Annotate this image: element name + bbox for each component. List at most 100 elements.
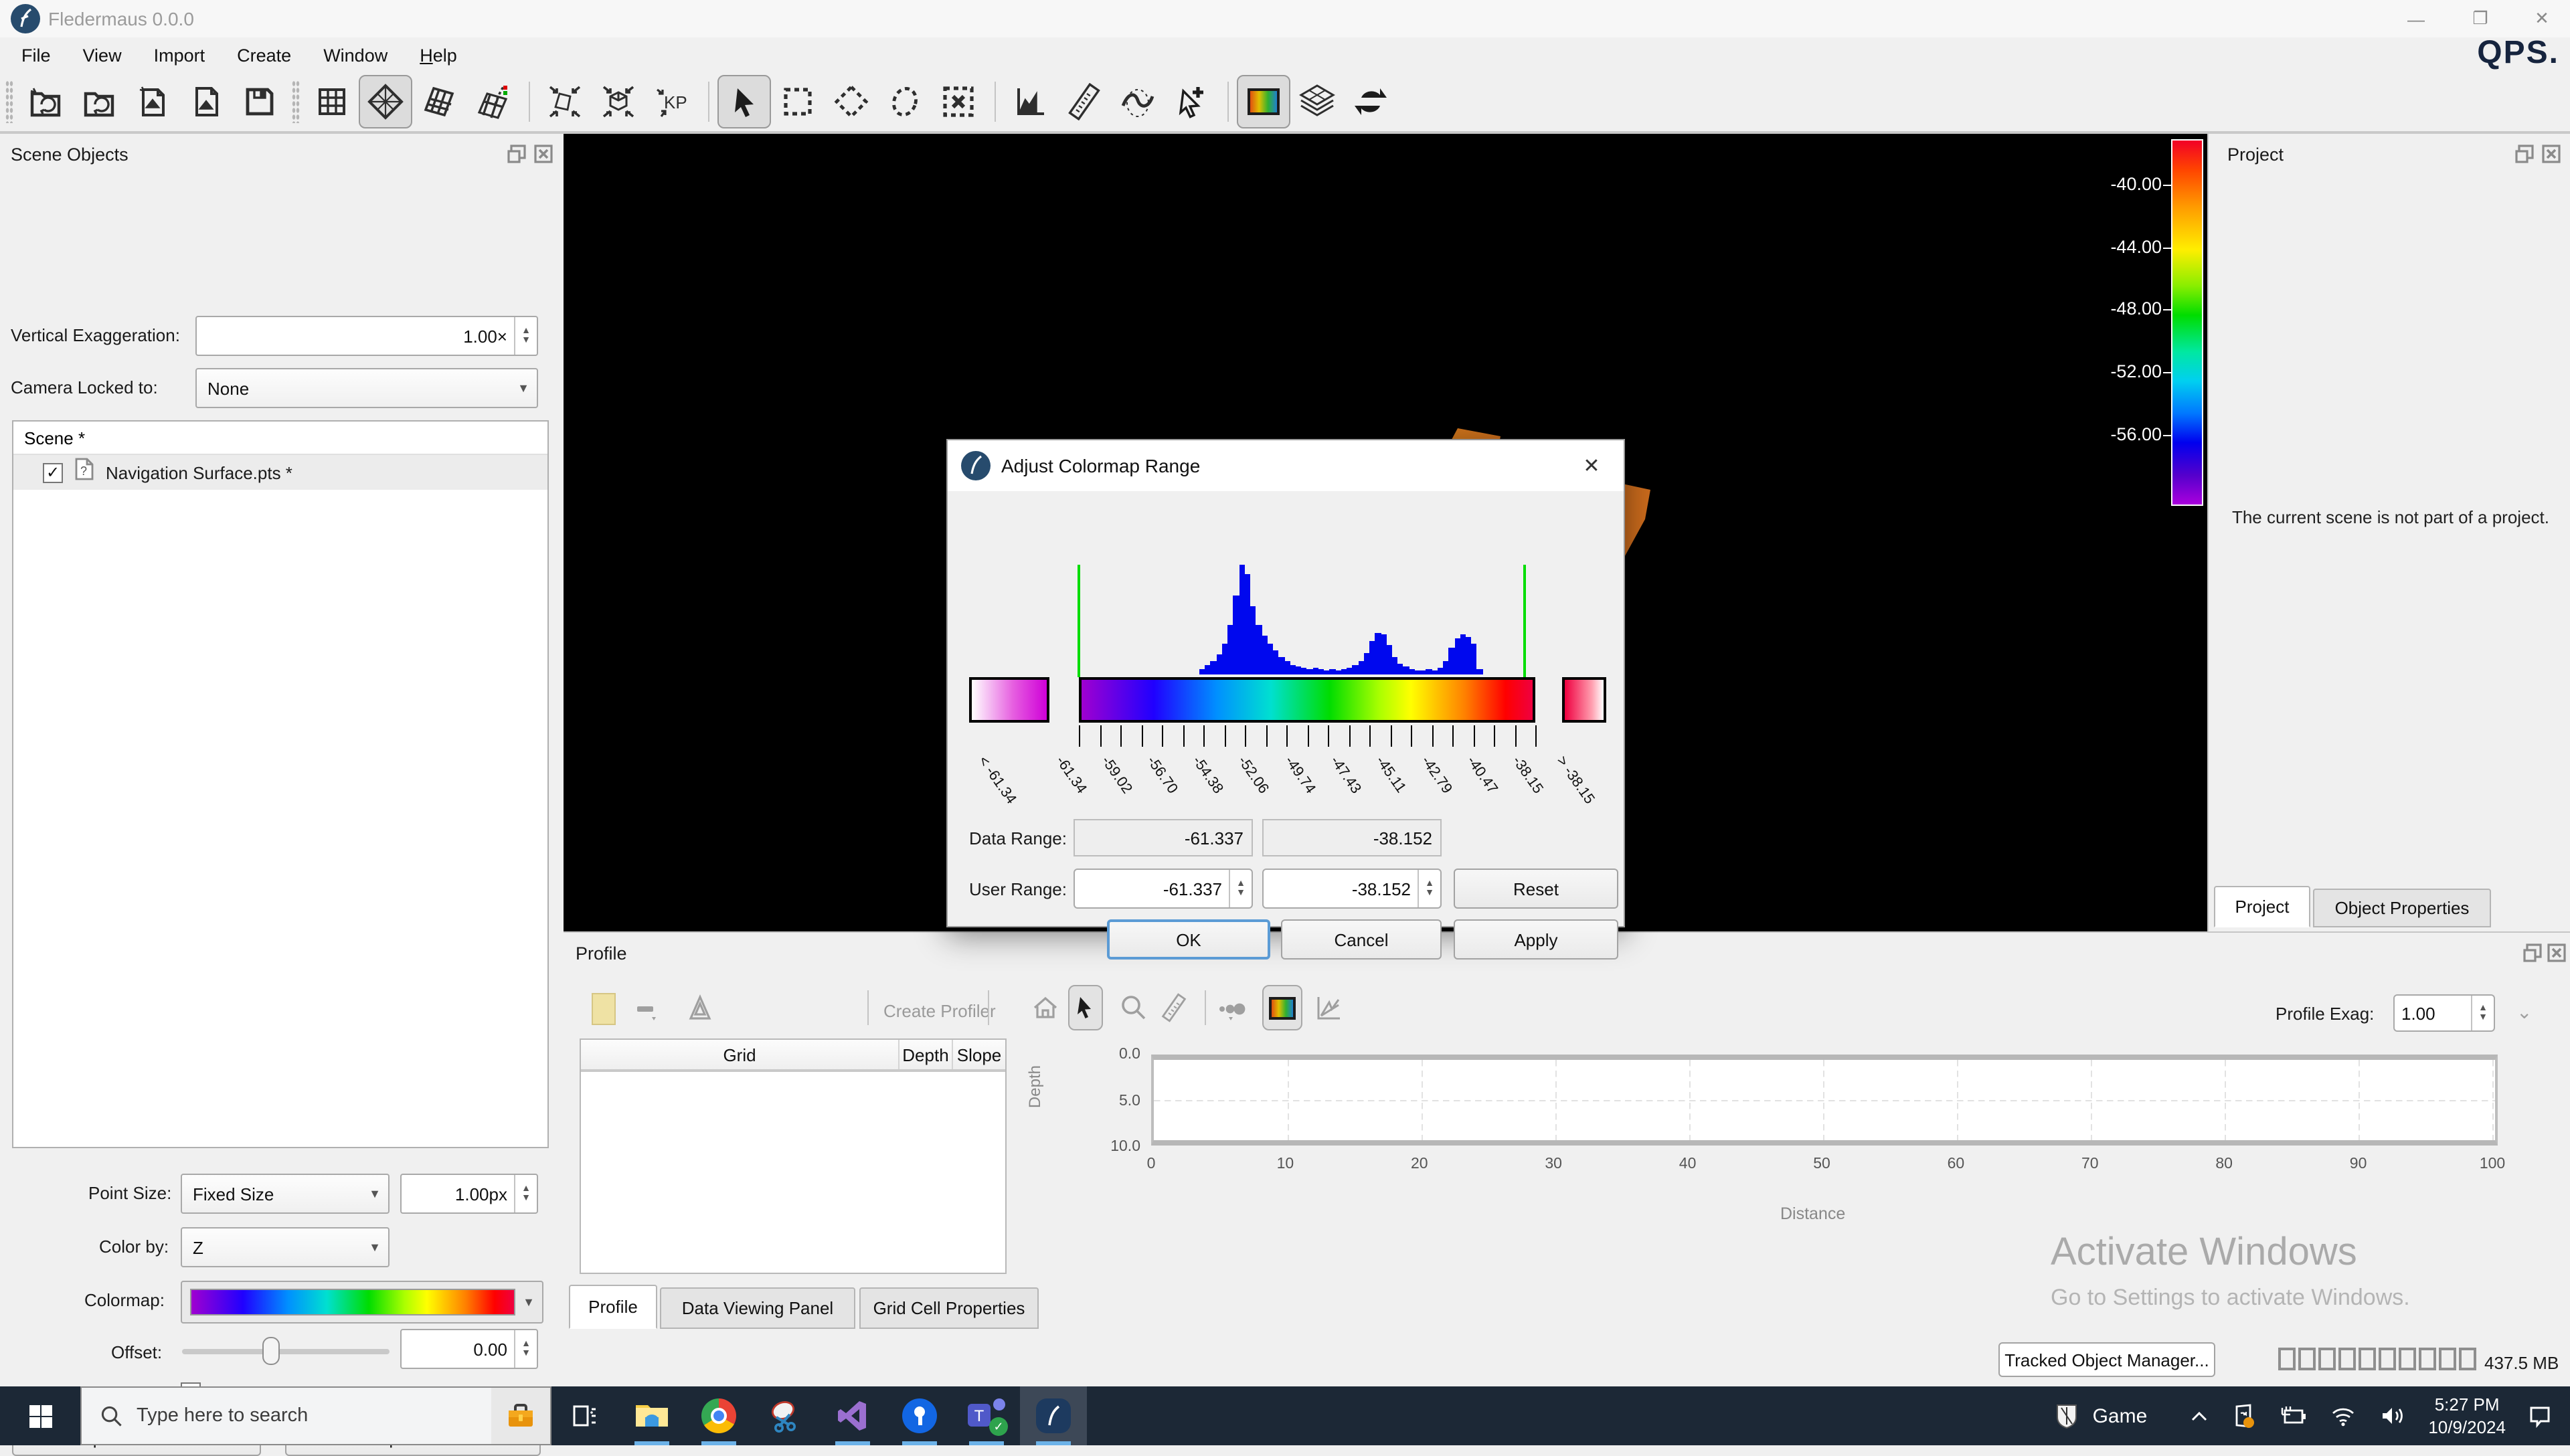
range-min-marker[interactable] bbox=[1078, 565, 1080, 677]
home-button[interactable] bbox=[1028, 990, 1063, 1025]
close-panel-icon[interactable] bbox=[2546, 942, 2567, 964]
sync-button[interactable] bbox=[1344, 75, 1397, 128]
col-header-slope[interactable]: Slope bbox=[953, 1040, 1005, 1069]
user-range-max-input[interactable]: -38.152 ▲▼ bbox=[1262, 869, 1442, 909]
import-file-button[interactable] bbox=[126, 75, 179, 128]
taskbar-clock[interactable]: 5:27 PM 10/9/2024 bbox=[2428, 1393, 2506, 1439]
point-size-value-input[interactable]: 1.00px ▲▼ bbox=[400, 1174, 538, 1214]
points-button[interactable] bbox=[1213, 993, 1250, 1025]
fit-cube-button[interactable] bbox=[592, 75, 645, 128]
lasso-select-button[interactable] bbox=[878, 75, 932, 128]
colorbar-main[interactable] bbox=[1079, 677, 1535, 723]
menu-file[interactable]: File bbox=[5, 39, 67, 70]
zoom-button[interactable] bbox=[1116, 990, 1151, 1025]
close-panel-icon[interactable] bbox=[2541, 143, 2562, 165]
histogram-button[interactable] bbox=[1004, 75, 1057, 128]
surface-rotate-button[interactable] bbox=[359, 75, 412, 128]
cursor-tool-button[interactable] bbox=[717, 75, 771, 128]
visibility-checkbox[interactable]: ✓ bbox=[43, 462, 63, 482]
start-button[interactable] bbox=[0, 1386, 80, 1445]
profile-exag-stepper[interactable]: ▲▼ bbox=[2471, 996, 2494, 1030]
menu-import[interactable]: Import bbox=[138, 39, 222, 70]
vertical-exaggeration-input[interactable]: 1.00× ▲▼ bbox=[195, 316, 538, 356]
dialog-close-button[interactable]: ✕ bbox=[1573, 450, 1610, 482]
open-scene-button[interactable] bbox=[72, 75, 126, 128]
float-panel-icon[interactable] bbox=[2514, 143, 2535, 165]
scene-tree-item[interactable]: ✓ ? Navigation Surface.pts * bbox=[13, 455, 547, 490]
triangle-button[interactable] bbox=[683, 990, 717, 1025]
menu-help[interactable]: Help bbox=[404, 39, 473, 70]
ok-button[interactable]: OK bbox=[1107, 919, 1270, 960]
surface-georef-button[interactable] bbox=[466, 75, 519, 128]
swatch-icon[interactable] bbox=[592, 993, 616, 1025]
profile-cursor-button[interactable] bbox=[1068, 985, 1103, 1030]
grid-view-button[interactable] bbox=[305, 75, 359, 128]
taskbar-fledermaus[interactable] bbox=[1020, 1386, 1087, 1445]
tab-grid-cell-properties[interactable]: Grid Cell Properties bbox=[859, 1287, 1039, 1329]
new-scene-button[interactable] bbox=[19, 75, 72, 128]
save-button[interactable] bbox=[233, 75, 286, 128]
user-range-min-input[interactable]: -61.337 ▲▼ bbox=[1074, 869, 1253, 909]
taskbar-file-explorer[interactable] bbox=[618, 1386, 685, 1445]
layers-button[interactable] bbox=[1290, 75, 1344, 128]
close-button[interactable]: ✕ bbox=[2522, 5, 2562, 32]
menu-create[interactable]: Create bbox=[221, 39, 307, 70]
task-view-button[interactable] bbox=[551, 1386, 618, 1445]
wifi-icon[interactable] bbox=[2330, 1406, 2356, 1426]
rect-select-button[interactable] bbox=[771, 75, 825, 128]
tab-project[interactable]: Project bbox=[2214, 886, 2310, 927]
collapse-chevron-icon[interactable]: ⌄ bbox=[2516, 1001, 2532, 1024]
ruler-button[interactable] bbox=[1057, 75, 1111, 128]
cursor-plus-button[interactable] bbox=[1165, 75, 1218, 128]
point-size-stepper[interactable]: ▲▼ bbox=[514, 1175, 537, 1212]
chevron-up-icon[interactable] bbox=[2191, 1410, 2207, 1421]
kp-button[interactable]: KP bbox=[645, 75, 699, 128]
nhl-shield-icon[interactable] bbox=[2057, 1403, 2078, 1429]
tracked-object-manager-button[interactable]: Tracked Object Manager... bbox=[1998, 1342, 2215, 1377]
menu-view[interactable]: View bbox=[67, 39, 138, 70]
user-range-max-stepper[interactable]: ▲▼ bbox=[1418, 870, 1440, 907]
curve-button[interactable] bbox=[1111, 75, 1165, 128]
cancel-button[interactable]: Cancel bbox=[1281, 919, 1442, 960]
notification-icon[interactable] bbox=[2529, 1404, 2551, 1427]
toolbar-drag-handle[interactable] bbox=[5, 80, 13, 123]
range-max-marker[interactable] bbox=[1523, 565, 1526, 677]
minimize-button[interactable]: — bbox=[2396, 5, 2436, 32]
diamond-select-button[interactable] bbox=[825, 75, 878, 128]
tablet-icon[interactable] bbox=[2231, 1404, 2255, 1428]
taskbar-search[interactable]: Type here to search bbox=[80, 1386, 551, 1445]
dialog-title-bar[interactable]: Adjust Colormap Range ✕ bbox=[948, 440, 1624, 491]
point-size-mode-select[interactable]: Fixed Size ▼ bbox=[181, 1174, 390, 1214]
taskbar-teams[interactable]: T ✓ bbox=[953, 1386, 1020, 1445]
profile-exag-input[interactable]: 1.00 ▲▼ bbox=[2393, 994, 2495, 1032]
taskbar-chrome[interactable] bbox=[685, 1386, 752, 1445]
maximize-button[interactable]: ❐ bbox=[2460, 5, 2500, 32]
user-range-min-stepper[interactable]: ▲▼ bbox=[1229, 870, 1252, 907]
close-panel-icon[interactable] bbox=[533, 143, 554, 165]
remove-button[interactable] bbox=[629, 993, 664, 1025]
taskbar-visual-studio[interactable] bbox=[819, 1386, 886, 1445]
taskbar-snipping-tool[interactable] bbox=[752, 1386, 819, 1445]
color-by-select[interactable]: Z ▼ bbox=[181, 1227, 390, 1267]
tab-object-properties[interactable]: Object Properties bbox=[2313, 889, 2491, 927]
tray-app-label[interactable]: Game bbox=[2093, 1404, 2148, 1427]
apply-button[interactable]: Apply bbox=[1454, 919, 1618, 960]
float-panel-icon[interactable] bbox=[2522, 942, 2543, 964]
colormap-tool-button[interactable] bbox=[1237, 75, 1290, 128]
profile-chart-button[interactable] bbox=[1312, 990, 1347, 1025]
colormap-select[interactable]: ▼ bbox=[181, 1281, 543, 1324]
vertical-exaggeration-stepper[interactable]: ▲▼ bbox=[514, 317, 537, 355]
menu-window[interactable]: Window bbox=[307, 39, 404, 70]
surface-flat-button[interactable] bbox=[412, 75, 466, 128]
battery-icon[interactable] bbox=[2280, 1405, 2306, 1427]
float-panel-icon[interactable] bbox=[506, 143, 527, 165]
profile-chart[interactable] bbox=[1151, 1055, 2498, 1146]
profile-ruler-button[interactable] bbox=[1156, 990, 1191, 1025]
fit-grid-button[interactable] bbox=[538, 75, 592, 128]
taskbar-key-app[interactable] bbox=[886, 1386, 953, 1445]
camera-locked-select[interactable]: None ▼ bbox=[195, 368, 538, 408]
briefcase-icon[interactable] bbox=[491, 1388, 550, 1444]
tab-profile[interactable]: Profile bbox=[569, 1285, 657, 1329]
col-header-depth[interactable]: Depth bbox=[900, 1040, 953, 1069]
toolbar-drag-handle[interactable] bbox=[292, 80, 300, 123]
